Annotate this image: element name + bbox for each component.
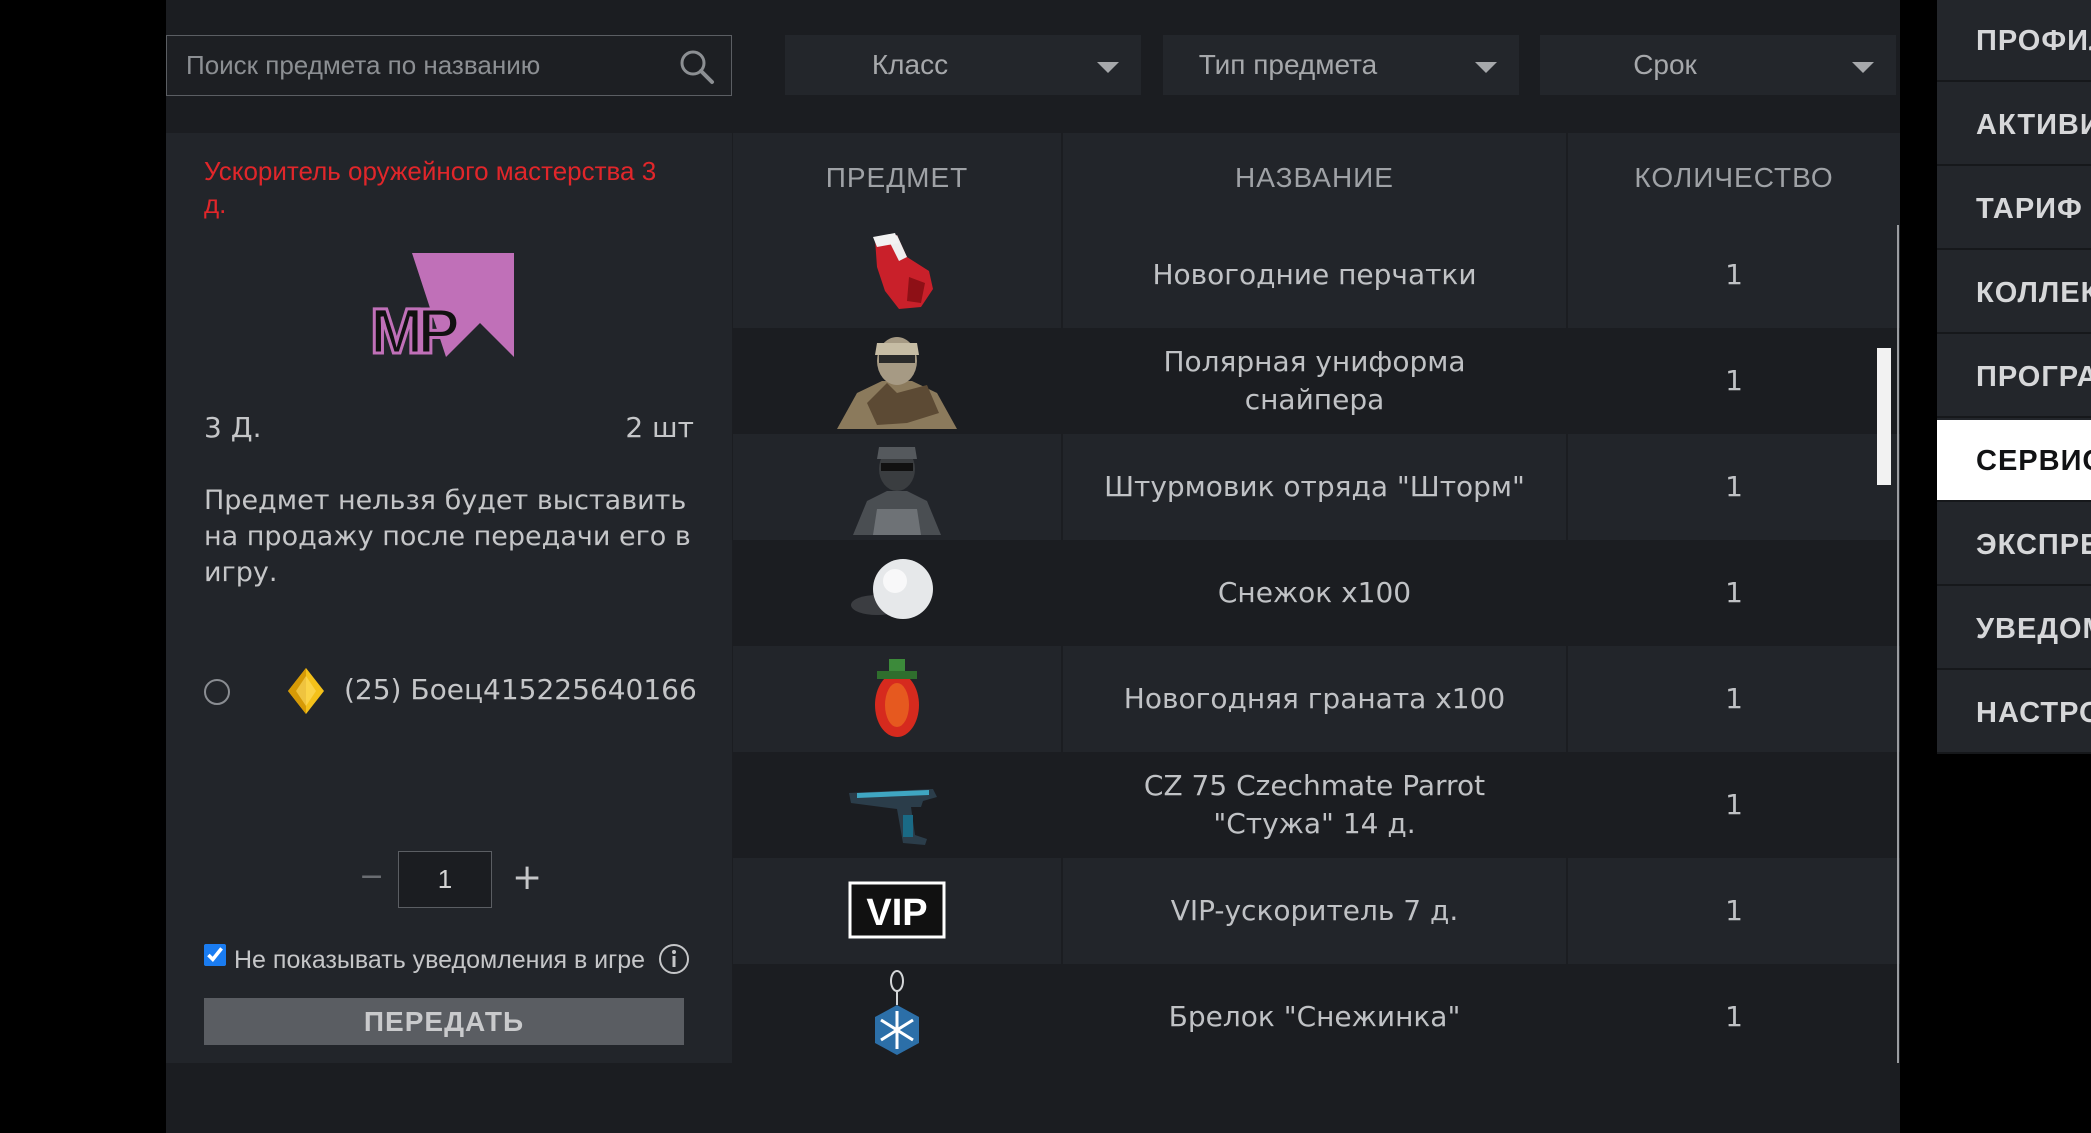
- term-dropdown-label: Срок: [1633, 49, 1697, 80]
- send-button[interactable]: ПЕРЕДАТЬ: [204, 998, 684, 1045]
- snowball-icon: [851, 559, 933, 619]
- nav-item-express[interactable]: ЭКСПРЕСС: [1937, 504, 2091, 586]
- column-divider: [1566, 133, 1568, 1063]
- item-quantity: 1: [1568, 328, 1900, 434]
- scrollbar-track[interactable]: [1897, 225, 1899, 1063]
- quantity-input[interactable]: [398, 851, 492, 908]
- gloves-icon: [873, 233, 933, 309]
- quantity-decrease-button[interactable]: −: [359, 862, 384, 892]
- selected-item-title: Ускоритель оружейного мастерства 3 д.: [204, 156, 657, 219]
- rank-diamond-icon: [288, 668, 324, 714]
- table-row[interactable]: Новогодняя граната х100 1: [733, 646, 1900, 752]
- item-quantity: 1: [1568, 646, 1900, 752]
- item-duration: 3 Д.: [204, 411, 262, 444]
- chevron-down-icon: [1097, 62, 1119, 73]
- table-row[interactable]: CZ 75 Czechmate Parrot "Стужа" 14 д. 1: [733, 752, 1900, 858]
- hide-notifications-checkbox[interactable]: [204, 944, 226, 966]
- item-type-dropdown[interactable]: Тип предмета: [1163, 35, 1519, 95]
- item-name: Новогодние перчатки: [1063, 222, 1566, 328]
- vip-icon: VIP: [848, 881, 946, 939]
- item-name: Снежок х100: [1063, 540, 1566, 646]
- class-dropdown-label: Класс: [871, 49, 949, 80]
- nav-item-activate[interactable]: АКТИВИРОВАТЬ: [1937, 84, 2091, 166]
- item-name: Полярная униформа снайпера: [1063, 328, 1566, 434]
- table-row[interactable]: Снежок х100 1: [733, 540, 1900, 646]
- nav-item-notifications[interactable]: УВЕДОМЛЕНИЯ: [1937, 588, 2091, 670]
- table-row[interactable]: Штурмовик отряда "Шторм" 1: [733, 434, 1900, 540]
- mastery-booster-icon: MP: [370, 253, 514, 357]
- mastery-booster-icon-text: MP: [370, 295, 458, 357]
- nav-item-profile[interactable]: ПРОФИЛЬ: [1937, 0, 2091, 82]
- item-quantity: 1: [1568, 964, 1900, 1070]
- player-radio[interactable]: [204, 679, 230, 705]
- sniper-uniform-icon: [837, 337, 957, 429]
- item-name: Штурмовик отряда "Шторм": [1063, 434, 1566, 540]
- table-row[interactable]: VIP VIP-ускоритель 7 д. 1: [733, 858, 1900, 964]
- quantity-increase-button[interactable]: +: [512, 860, 542, 896]
- table-row[interactable]: Новогодние перчатки 1: [733, 222, 1900, 328]
- stormtrooper-icon: [853, 447, 941, 535]
- column-header-item: ПРЕДМЕТ: [825, 162, 969, 193]
- column-header-quantity: КОЛИЧЕСТВО: [1634, 162, 1834, 193]
- item-quantity: 1: [1568, 222, 1900, 328]
- info-icon[interactable]: [658, 943, 690, 975]
- nav-item-settings[interactable]: НАСТРОЙКИ: [1937, 672, 2091, 754]
- nav-item-services[interactable]: СЕРВИСЫ: [1937, 420, 2091, 502]
- search-input[interactable]: [167, 36, 657, 95]
- item-description: Предмет нельзя будет выставить на продаж…: [204, 485, 691, 588]
- column-divider: [1061, 133, 1063, 1063]
- item-name: Новогодняя граната х100: [1063, 646, 1566, 752]
- item-type-dropdown-label: Тип предмета: [1198, 49, 1378, 80]
- class-dropdown[interactable]: Класс: [785, 35, 1141, 95]
- chevron-down-icon: [1852, 62, 1874, 73]
- nav-item-collections[interactable]: КОЛЛЕКЦИИ: [1937, 252, 2091, 334]
- term-dropdown[interactable]: Срок: [1540, 35, 1896, 95]
- hide-notifications-label: Не показывать уведомления в игре: [234, 946, 646, 974]
- item-quantity: 1: [1568, 858, 1900, 964]
- chevron-down-icon: [1475, 62, 1497, 73]
- pistol-icon: [849, 789, 937, 845]
- table-header: ПРЕДМЕТ НАЗВАНИЕ КОЛИЧЕСТВО: [733, 133, 1900, 222]
- grenade-icon: [875, 659, 919, 737]
- player-name: (25) Боец415225640166: [344, 673, 697, 706]
- side-nav: ПРОФИЛЬ АКТИВИРОВАТЬ ТАРИФ КОЛЛЕКЦИИ ПРО…: [1937, 0, 2091, 754]
- scrollbar-thumb[interactable]: [1877, 348, 1891, 485]
- search-icon[interactable]: [679, 49, 715, 85]
- item-quantity: 1: [1568, 752, 1900, 858]
- vip-icon-text: VIP: [866, 892, 927, 934]
- item-quantity: 1: [1568, 540, 1900, 646]
- item-name: Брелок "Снежинка": [1063, 964, 1566, 1070]
- column-header-name: НАЗВАНИЕ: [1235, 162, 1394, 193]
- nav-item-programs[interactable]: ПРОГРАММЫ: [1937, 336, 2091, 418]
- snowflake-charm-icon: [875, 970, 919, 1055]
- item-detail-panel: Ускоритель оружейного мастерства 3 д. MP…: [166, 133, 732, 1063]
- item-name: VIP-ускоритель 7 д.: [1063, 858, 1566, 964]
- item-count: 2 шт: [625, 411, 694, 444]
- items-table: ПРЕДМЕТ НАЗВАНИЕ КОЛИЧЕСТВО Новогодние п…: [733, 133, 1900, 1070]
- nav-item-tariff[interactable]: ТАРИФ: [1937, 168, 2091, 250]
- item-quantity: 1: [1568, 434, 1900, 540]
- table-row[interactable]: Брелок "Снежинка" 1: [733, 964, 1900, 1070]
- table-row[interactable]: Полярная униформа снайпера 1: [733, 328, 1900, 434]
- search-box[interactable]: [166, 35, 732, 96]
- item-name: CZ 75 Czechmate Parrot "Стужа" 14 д.: [1063, 752, 1566, 858]
